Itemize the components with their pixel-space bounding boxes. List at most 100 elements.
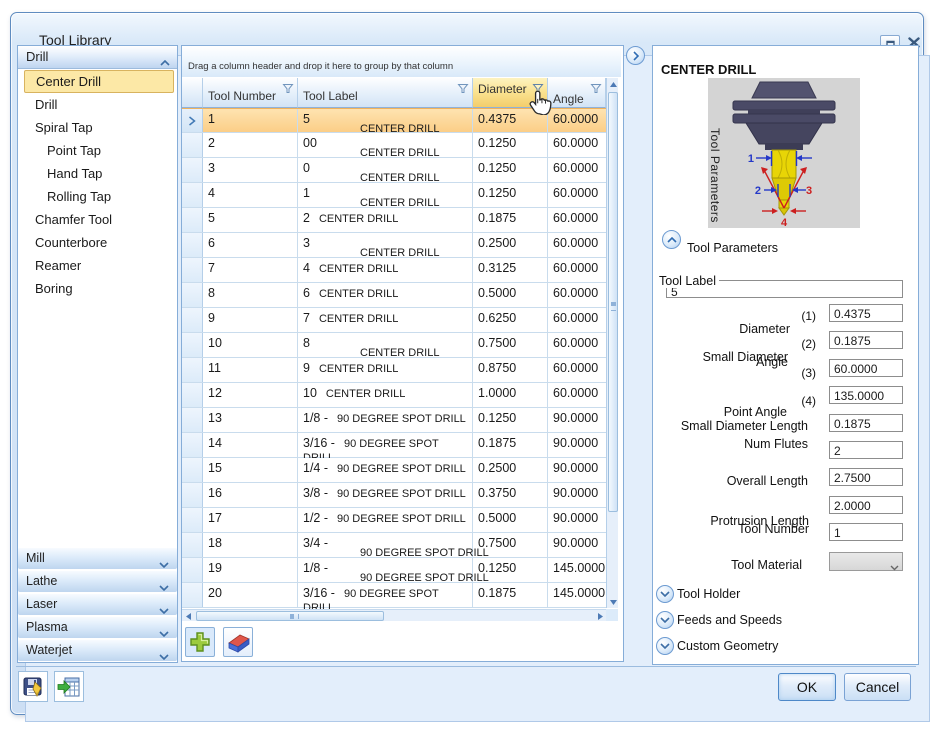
- column-header-tool-label[interactable]: Tool Label: [298, 78, 473, 108]
- table-row[interactable]: 1210CENTER DRILL1.000060.0000: [182, 383, 606, 408]
- cell-tool-number: 6: [203, 233, 298, 257]
- collapse-section-button[interactable]: [662, 230, 681, 249]
- scroll-right-icon[interactable]: [594, 610, 606, 622]
- filter-icon[interactable]: [590, 81, 602, 99]
- filter-icon[interactable]: [532, 81, 544, 99]
- sidebar-group-lathe[interactable]: Lathe: [18, 570, 177, 592]
- section-feeds-and-speeds[interactable]: Feeds and Speeds: [656, 610, 782, 630]
- overall-length-input[interactable]: 2.7500: [829, 468, 903, 486]
- table-row[interactable]: 52CENTER DRILL0.187560.0000: [182, 208, 606, 233]
- sidebar-item-rolling-tap[interactable]: Rolling Tap: [18, 185, 177, 208]
- sidebar-item-reamer[interactable]: Reamer: [18, 254, 177, 277]
- table-row[interactable]: 74CENTER DRILL0.312560.0000: [182, 258, 606, 283]
- point-angle-input[interactable]: 135.0000: [829, 386, 903, 404]
- table-row[interactable]: 163/8 -90 DEGREE SPOT DRILL0.375090.0000: [182, 483, 606, 508]
- table-row[interactable]: 97CENTER DRILL0.625060.0000: [182, 308, 606, 333]
- section-tool-holder[interactable]: Tool Holder: [656, 584, 740, 604]
- horizontal-scroll-thumb[interactable]: [196, 611, 384, 621]
- horizontal-scrollbar[interactable]: [182, 609, 606, 621]
- diameter-input[interactable]: 0.4375: [829, 304, 903, 322]
- column-header-tool-number[interactable]: Tool Number: [203, 78, 298, 108]
- import-export-button[interactable]: [54, 671, 84, 702]
- chevron-down-icon[interactable]: [656, 611, 674, 629]
- scroll-left-icon[interactable]: [182, 610, 194, 622]
- sidebar-group-plasma[interactable]: Plasma: [18, 616, 177, 638]
- table-row[interactable]: 63CENTER DRILL0.250060.0000: [182, 233, 606, 258]
- row-header-cell[interactable]: [182, 483, 203, 507]
- group-by-drop-zone[interactable]: Drag a column header and drop it here to…: [182, 46, 621, 77]
- sidebar-group-mill[interactable]: Mill: [18, 547, 177, 569]
- protrusion-length-input[interactable]: 2.0000: [829, 496, 903, 514]
- filter-icon[interactable]: [282, 81, 294, 99]
- table-row[interactable]: 171/2 -90 DEGREE SPOT DRILL0.500090.0000: [182, 508, 606, 533]
- sidebar-group-waterjet[interactable]: Waterjet: [18, 639, 177, 661]
- chevron-down-icon[interactable]: [656, 637, 674, 655]
- tool-number-input[interactable]: 1: [829, 523, 903, 541]
- row-header-cell[interactable]: [182, 433, 203, 457]
- table-row[interactable]: 86CENTER DRILL0.500060.0000: [182, 283, 606, 308]
- vertical-scrollbar[interactable]: [606, 78, 618, 608]
- sidebar-item-boring[interactable]: Boring: [18, 277, 177, 300]
- filter-icon[interactable]: [457, 81, 469, 99]
- chevron-down-icon[interactable]: [656, 585, 674, 603]
- scroll-up-icon[interactable]: [607, 78, 619, 90]
- table-row[interactable]: 108CENTER DRILL0.750060.0000: [182, 333, 606, 358]
- selected-row-indicator[interactable]: [182, 109, 203, 132]
- table-row[interactable]: 30CENTER DRILL0.125060.0000: [182, 158, 606, 183]
- save-library-button[interactable]: [18, 671, 48, 702]
- small-diameter-length-input[interactable]: 0.1875: [829, 414, 903, 432]
- cell-angle: 90.0000: [548, 433, 606, 457]
- table-row[interactable]: 191/8 -90 DEGREE SPOT DRILL0.1250145.000…: [182, 558, 606, 583]
- cancel-button[interactable]: Cancel: [844, 673, 911, 701]
- table-row[interactable]: 200CENTER DRILL0.125060.0000: [182, 133, 606, 158]
- row-header-cell[interactable]: [182, 283, 203, 307]
- sidebar-item-drill[interactable]: Drill: [18, 93, 177, 116]
- num-flutes-input[interactable]: 2: [829, 441, 903, 459]
- sidebar-item-center-drill[interactable]: Center Drill: [24, 70, 174, 93]
- angle-input[interactable]: 60.0000: [829, 359, 903, 377]
- row-header-cell[interactable]: [182, 458, 203, 482]
- row-header-cell[interactable]: [182, 333, 203, 357]
- row-header-cell[interactable]: [182, 358, 203, 382]
- add-tool-button[interactable]: [185, 627, 215, 657]
- ok-button[interactable]: OK: [778, 673, 836, 701]
- row-header-cell[interactable]: [182, 508, 203, 532]
- tool-material-select[interactable]: [829, 552, 903, 571]
- sidebar-item-counterbore[interactable]: Counterbore: [18, 231, 177, 254]
- small-diameter-input[interactable]: 0.1875: [829, 331, 903, 349]
- sidebar-item-spiral-tap[interactable]: Spiral Tap: [18, 116, 177, 139]
- table-row[interactable]: 15CENTER DRILL0.437560.0000: [182, 108, 606, 133]
- column-header-diameter[interactable]: Diameter: [473, 78, 548, 108]
- table-row[interactable]: 131/8 -90 DEGREE SPOT DRILL0.125090.0000: [182, 408, 606, 433]
- row-header-cell[interactable]: [182, 558, 203, 582]
- sidebar-item-point-tap[interactable]: Point Tap: [18, 139, 177, 162]
- sidebar-item-hand-tap[interactable]: Hand Tap: [18, 162, 177, 185]
- row-header-cell[interactable]: [182, 583, 203, 607]
- row-header-cell[interactable]: [182, 183, 203, 207]
- table-row[interactable]: 41CENTER DRILL0.125060.0000: [182, 183, 606, 208]
- row-header-cell[interactable]: [182, 233, 203, 257]
- row-header-cell[interactable]: [182, 308, 203, 332]
- row-header-cell[interactable]: [182, 158, 203, 182]
- row-header-cell[interactable]: [182, 533, 203, 557]
- row-header-cell[interactable]: [182, 258, 203, 282]
- table-row[interactable]: 151/4 -90 DEGREE SPOT DRILL0.250090.0000: [182, 458, 606, 483]
- table-row[interactable]: 143/16 -90 DEGREE SPOT DRILL0.187590.000…: [182, 433, 606, 458]
- column-header-angle[interactable]: Angle: [548, 78, 606, 108]
- delete-tool-button[interactable]: [223, 627, 253, 657]
- sidebar-group-laser[interactable]: Laser: [18, 593, 177, 615]
- section-custom-geometry[interactable]: Custom Geometry: [656, 636, 778, 656]
- sidebar-group-drill[interactable]: Drill: [18, 46, 177, 69]
- cell-tool-number: 20: [203, 583, 298, 607]
- table-row[interactable]: 203/16 -90 DEGREE SPOT DRILL0.1875145.00…: [182, 583, 606, 608]
- row-header-cell[interactable]: [182, 408, 203, 432]
- vertical-scroll-thumb[interactable]: [608, 92, 618, 512]
- collapse-details-button[interactable]: [626, 46, 645, 65]
- row-header-cell[interactable]: [182, 208, 203, 232]
- sidebar-item-chamfer-tool[interactable]: Chamfer Tool: [18, 208, 177, 231]
- row-header-cell[interactable]: [182, 133, 203, 157]
- table-row[interactable]: 183/4 -90 DEGREE SPOT DRILL0.750090.0000: [182, 533, 606, 558]
- row-header-cell[interactable]: [182, 383, 203, 407]
- scroll-down-icon[interactable]: [607, 596, 619, 608]
- table-row[interactable]: 119CENTER DRILL0.875060.0000: [182, 358, 606, 383]
